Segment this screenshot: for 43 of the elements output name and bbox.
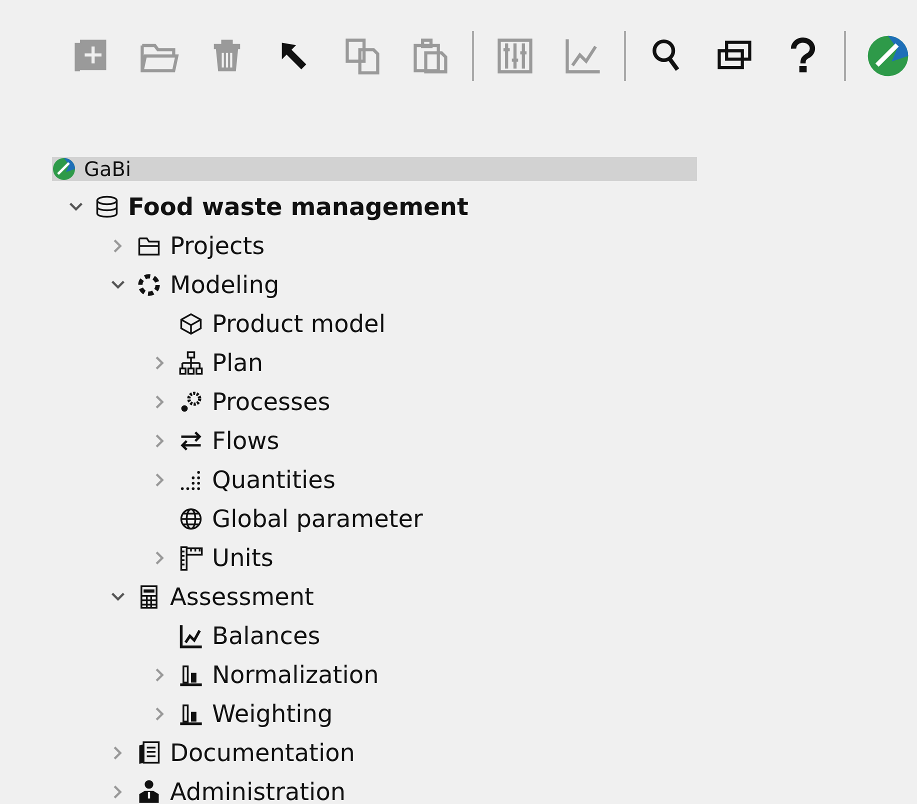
- globe-icon: [178, 506, 204, 532]
- tree-item-label: Plan: [212, 348, 264, 376]
- tree-item[interactable]: GaBi: [52, 157, 697, 181]
- tree-item[interactable]: Global parameter: [52, 499, 697, 538]
- tree-item-label: Quantities: [212, 466, 336, 494]
- line-chart-icon: [178, 622, 204, 648]
- tree-item[interactable]: Assessment: [52, 577, 697, 616]
- hierarchy-icon: [178, 350, 204, 376]
- tree-item[interactable]: Modeling: [52, 265, 697, 304]
- ring-icon: [136, 272, 162, 298]
- tree-item-label: Normalization: [212, 660, 379, 688]
- tree-item-label: Modeling: [170, 270, 280, 298]
- tree-item[interactable]: Units: [52, 538, 697, 577]
- tree-item-label: Processes: [212, 388, 330, 416]
- tree-item-label: Balances: [212, 622, 320, 650]
- tree-item-label: Weighting: [212, 700, 333, 728]
- tree-item[interactable]: Documentation: [52, 733, 697, 772]
- tree-item-label: Documentation: [170, 738, 356, 766]
- database-icon: [94, 194, 120, 220]
- tree-item[interactable]: Administration: [52, 772, 697, 804]
- tree-item-label: GaBi: [84, 157, 132, 181]
- tree-item[interactable]: Flows: [52, 421, 697, 460]
- ruler-icon: [178, 544, 204, 570]
- tree-item-label: Assessment: [170, 582, 314, 610]
- tree-item[interactable]: Projects: [52, 226, 697, 265]
- tree-item-label: Administration: [170, 778, 346, 804]
- tree-item[interactable]: Food waste management: [52, 187, 697, 226]
- logo-icon: [52, 157, 76, 181]
- tree-item[interactable]: Plan: [52, 343, 697, 382]
- tree-item[interactable]: Normalization: [52, 655, 697, 694]
- tree-item-label: Projects: [170, 232, 265, 260]
- tree-item-label: Food waste management: [128, 192, 468, 220]
- tree-item[interactable]: Weighting: [52, 694, 697, 733]
- tree-item-label: Units: [212, 544, 274, 572]
- cube-icon: [178, 310, 204, 336]
- tree-item-label: Product model: [212, 310, 386, 338]
- tree-item-label: Global parameter: [212, 504, 423, 532]
- logo-icon[interactable]: [866, 34, 910, 78]
- tree-item[interactable]: Balances: [52, 616, 697, 655]
- tree-item[interactable]: Product model: [52, 304, 697, 343]
- tree-item[interactable]: Quantities: [52, 460, 697, 499]
- tree-item[interactable]: Processes: [52, 382, 697, 421]
- tree-item-label: Flows: [212, 426, 280, 454]
